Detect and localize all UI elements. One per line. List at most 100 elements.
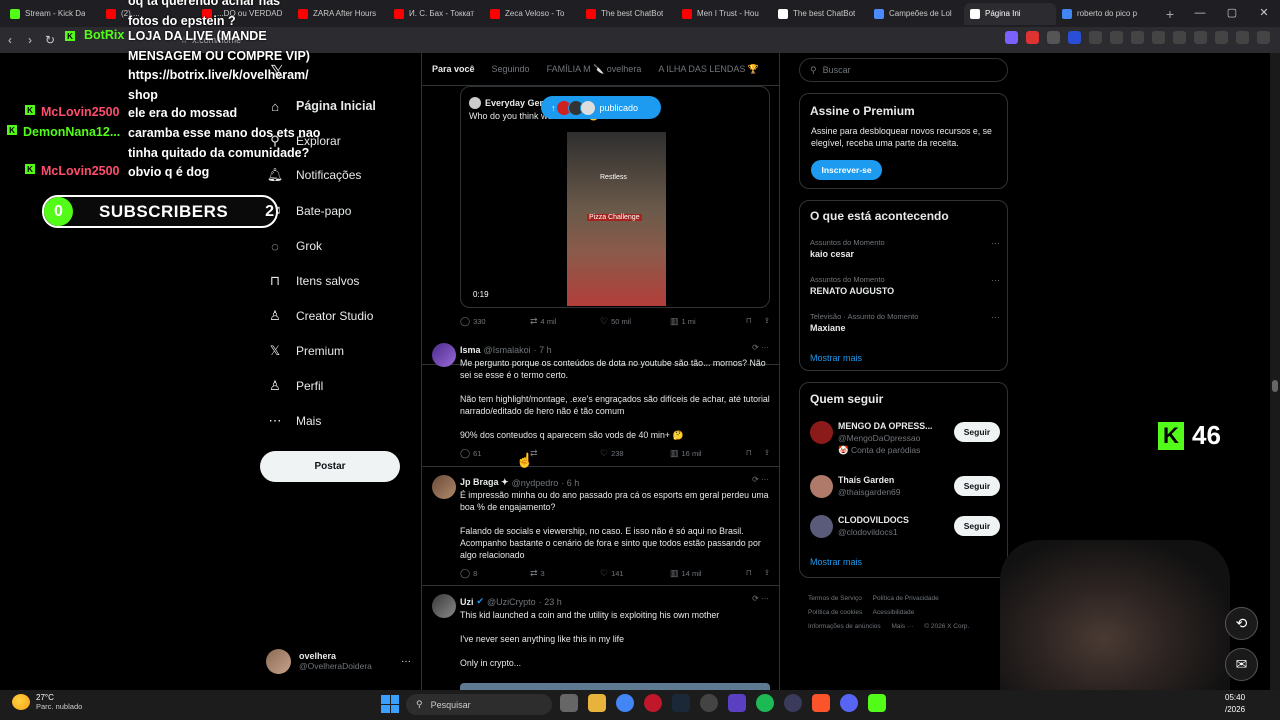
- like-button[interactable]: ♡ 50 mil: [600, 316, 670, 327]
- reply-button[interactable]: ◯ 330: [460, 316, 530, 327]
- footer-link[interactable]: Mais ···: [891, 623, 913, 630]
- steam-icon[interactable]: [672, 694, 690, 712]
- app-icon[interactable]: [728, 694, 746, 712]
- nav-item[interactable]: ⊓ Itens salvos: [268, 269, 359, 293]
- footer-link[interactable]: Política de Privacidade: [873, 595, 939, 602]
- extension-icon[interactable]: [1131, 31, 1144, 44]
- subscribe-button[interactable]: Inscrever-se: [811, 160, 882, 180]
- repost-button[interactable]: ⇄: [530, 448, 600, 459]
- weather-widget[interactable]: 27°C Parc. nublado: [12, 693, 82, 711]
- show-more-link[interactable]: Mostrar mais: [810, 353, 862, 363]
- follow-suggestion[interactable]: Thaís Garden @thaisgarden69 Seguir: [810, 475, 1000, 509]
- repost-button[interactable]: ⇄ 4 mil: [530, 316, 600, 327]
- timeline-tab[interactable]: A ILHA DAS LENDAS 🏆: [658, 64, 759, 75]
- timeline-tab[interactable]: FAMÍLIA M 🔪 ovelhera: [547, 64, 642, 75]
- nav-item[interactable]: ⋯ Mais: [268, 409, 322, 433]
- reply-button[interactable]: ◯ 8: [460, 568, 530, 579]
- new-posts-pill[interactable]: ↑ publicado: [541, 96, 661, 119]
- more-icon[interactable]: ⟳ ···: [752, 343, 769, 352]
- post[interactable]: Isma @Ismalakoi · 7 h ⟳ ··· Me pergunto …: [422, 333, 779, 467]
- follow-button[interactable]: Seguir: [954, 422, 1000, 442]
- maximize-button[interactable]: ▢: [1216, 0, 1248, 27]
- scrollbar[interactable]: [1270, 53, 1280, 690]
- browser-tab[interactable]: roberto do pico p: [1056, 3, 1152, 25]
- browser-tab[interactable]: Página Ini: [964, 2, 1056, 25]
- discord-icon[interactable]: [840, 694, 858, 712]
- post[interactable]: Jp Braga ✦ @nydpedro · 6 h ⟳ ··· É impre…: [422, 467, 779, 586]
- more-icon[interactable]: ···: [991, 238, 1000, 248]
- trend-item[interactable]: Televisão · Assunto do Momento Maxiane ·…: [810, 312, 1000, 333]
- share-icon[interactable]: ⇪: [764, 316, 770, 327]
- bookmark-icon[interactable]: ⊓: [746, 448, 752, 459]
- nav-item[interactable]: ♙ Perfil: [268, 374, 323, 398]
- browser-tab[interactable]: The best ChatBot: [772, 3, 868, 25]
- bookmark-icon[interactable]: ⊓: [746, 316, 752, 327]
- timeline-tab[interactable]: Para você: [432, 64, 475, 74]
- extension-icon[interactable]: [1068, 31, 1081, 44]
- browser-tab[interactable]: The best ChatBot: [580, 3, 676, 25]
- menu-icon[interactable]: [1257, 31, 1270, 44]
- browser-tab[interactable]: Men I Trust - Hou: [676, 3, 772, 25]
- share-icon[interactable]: ⇪: [764, 448, 770, 459]
- minimize-button[interactable]: —: [1184, 0, 1216, 27]
- footer-link[interactable]: Acessibilidade: [873, 609, 915, 616]
- nav-item[interactable]: ✉Bate-papo: [268, 199, 352, 223]
- trend-item[interactable]: Assuntos do Momento RENATO AUGUSTO ···: [810, 275, 1000, 296]
- follow-button[interactable]: Seguir: [954, 516, 1000, 536]
- post-author[interactable]: Isma: [460, 345, 481, 355]
- post-handle[interactable]: @UziCrypto: [487, 597, 536, 607]
- leo-icon[interactable]: [1215, 31, 1228, 44]
- post-time[interactable]: · 6 h: [561, 478, 579, 488]
- extension-icon[interactable]: [1005, 31, 1018, 44]
- follow-suggestion[interactable]: MENGO DA OPRESS... @MengoDaOpressao 🤡 Co…: [810, 421, 1000, 455]
- browser-tab[interactable]: Campeões de Lol: [868, 3, 964, 25]
- follow-suggestion[interactable]: CLODOVILDOCS @clodovildocs1 Seguir: [810, 515, 1000, 549]
- grok-floating-icon[interactable]: ⟲: [1225, 607, 1258, 640]
- spotify-icon[interactable]: [756, 694, 774, 712]
- more-icon[interactable]: ···: [991, 275, 1000, 285]
- footer-link[interactable]: Política de cookies: [808, 609, 862, 616]
- post-button[interactable]: Postar: [260, 451, 400, 482]
- browser-tab[interactable]: Zeca Veloso - To: [484, 3, 580, 25]
- task-view-icon[interactable]: [560, 694, 578, 712]
- repost-button[interactable]: ⇄ 3: [530, 568, 600, 579]
- views-button[interactable]: ▥ 14 mil: [670, 568, 740, 579]
- like-button[interactable]: ♡ 238: [600, 448, 670, 459]
- more-icon[interactable]: ⟳ ···: [752, 475, 769, 484]
- file-explorer-icon[interactable]: [588, 694, 606, 712]
- extension-icon[interactable]: [1110, 31, 1123, 44]
- new-tab-button[interactable]: +: [1160, 4, 1180, 24]
- post-author[interactable]: Uzi: [460, 597, 474, 607]
- follow-button[interactable]: Seguir: [954, 476, 1000, 496]
- extension-icon[interactable]: [1089, 31, 1102, 44]
- app-icon[interactable]: [784, 694, 802, 712]
- brave-icon[interactable]: [812, 694, 830, 712]
- browser-tab[interactable]: И. С. Бах - Токкат: [388, 3, 484, 25]
- post-time[interactable]: · 7 h: [534, 345, 552, 355]
- vpn-icon[interactable]: [1236, 31, 1249, 44]
- search-input[interactable]: ⚲ Buscar: [799, 58, 1008, 82]
- show-more-link[interactable]: Mostrar mais: [810, 557, 862, 567]
- timeline-tab[interactable]: Seguindo: [492, 64, 530, 74]
- opera-icon[interactable]: [644, 694, 662, 712]
- messages-floating-icon[interactable]: ✉: [1225, 648, 1258, 681]
- like-button[interactable]: ♡ 141: [600, 568, 670, 579]
- views-button[interactable]: ▥ 1 mi: [670, 316, 740, 327]
- kick-app-icon[interactable]: [868, 694, 886, 712]
- music-icon[interactable]: [1152, 31, 1165, 44]
- video-player[interactable]: Restless Pizza Challenge: [567, 132, 666, 306]
- nav-item[interactable]: 𝕏 Premium: [268, 339, 344, 363]
- bookmark-icon[interactable]: ⊓: [746, 568, 752, 579]
- scrollbar-thumb[interactable]: [1272, 380, 1278, 392]
- sidebar-icon[interactable]: [1173, 31, 1186, 44]
- post[interactable]: Everyday Gen Who do you think would win?…: [422, 86, 779, 365]
- views-button[interactable]: ▥ 16 mil: [670, 448, 740, 459]
- chrome-icon[interactable]: [616, 694, 634, 712]
- share-icon[interactable]: ⇪: [764, 568, 770, 579]
- github-icon[interactable]: [700, 694, 718, 712]
- nav-item[interactable]: ◌ Grok: [268, 234, 322, 258]
- quoted-post[interactable]: Everyday Gen Who do you think would win?…: [460, 86, 770, 308]
- post-handle[interactable]: @nydpedro: [512, 478, 559, 488]
- more-icon[interactable]: ···: [401, 656, 411, 667]
- trend-item[interactable]: Assuntos do Momento kaio cesar ···: [810, 238, 1000, 259]
